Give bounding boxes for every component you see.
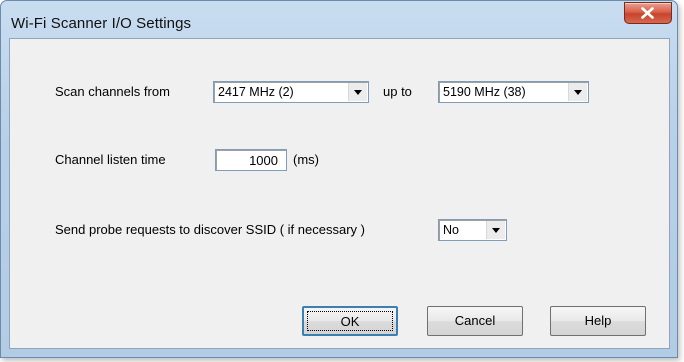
probe-select[interactable]: No <box>438 219 507 241</box>
dropdown-arrow-icon[interactable] <box>348 83 367 101</box>
ok-button-label: OK <box>340 314 360 329</box>
probe-value: No <box>443 223 459 237</box>
scan-up-to-label: up to <box>383 84 412 99</box>
scan-to-select[interactable]: 5190 MHz (38) <box>438 81 589 103</box>
dropdown-arrow-icon[interactable] <box>486 221 505 239</box>
close-icon <box>641 7 654 19</box>
listen-time-unit: (ms) <box>293 152 319 167</box>
listen-time-label: Channel listen time <box>55 152 166 167</box>
scan-from-label: Scan channels from <box>55 84 170 99</box>
scan-to-value: 5190 MHz (38) <box>443 85 526 99</box>
dialog-body: Scan channels from 2417 MHz (2) up to 51… <box>9 38 670 349</box>
ok-button[interactable]: OK <box>302 306 398 336</box>
probe-label: Send probe requests to discover SSID ( i… <box>55 222 365 237</box>
title-bar[interactable]: Wi-Fi Scanner I/O Settings <box>1 1 677 39</box>
listen-time-input[interactable]: 1000 <box>215 149 287 171</box>
settings-dialog: Wi-Fi Scanner I/O Settings Scan channels… <box>0 0 678 358</box>
cancel-button-label: Cancel <box>454 313 496 328</box>
help-button[interactable]: Help <box>550 306 646 336</box>
close-button[interactable] <box>624 2 672 24</box>
scan-from-value: 2417 MHz (2) <box>218 85 294 99</box>
scan-from-select[interactable]: 2417 MHz (2) <box>213 81 369 103</box>
cancel-button[interactable]: Cancel <box>427 306 523 336</box>
dropdown-arrow-icon[interactable] <box>568 83 587 101</box>
window-title: Wi-Fi Scanner I/O Settings <box>11 15 192 32</box>
help-button-label: Help <box>584 313 612 328</box>
